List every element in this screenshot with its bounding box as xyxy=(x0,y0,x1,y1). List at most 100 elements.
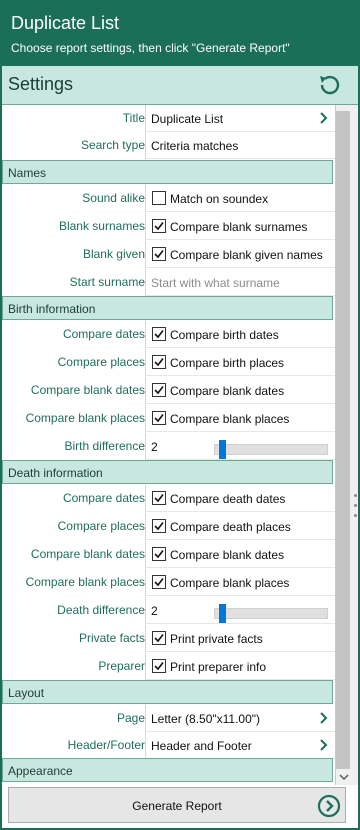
death-blank-places-checkbox[interactable] xyxy=(152,575,166,589)
reset-arrow-icon[interactable] xyxy=(316,72,342,98)
preparer-row: Preparer Print preparer info xyxy=(2,653,335,681)
generate-report-button[interactable]: Generate Report xyxy=(8,787,346,823)
death-blank-places-text: Compare blank places xyxy=(170,576,290,590)
settings-list: Title Duplicate List Search type Criteri… xyxy=(2,105,336,785)
blank-surnames-text: Compare blank surnames xyxy=(170,220,308,234)
blank-surnames-label: Blank surnames xyxy=(58,219,145,233)
chevron-right-icon xyxy=(319,737,329,753)
preparer-field: Print preparer info xyxy=(145,653,335,680)
death-blank-dates-text: Compare blank dates xyxy=(170,548,285,562)
start-surname-placeholder: Start with what surname xyxy=(151,276,280,290)
blank-given-label: Blank given xyxy=(82,247,145,261)
death-compare-places-row: Compare places Compare death places xyxy=(2,513,335,541)
section-names-label: Names xyxy=(8,166,47,180)
report-title: Duplicate List xyxy=(11,13,120,33)
search-type-row: Search type Criteria matches xyxy=(2,132,335,160)
search-type-value: Criteria matches xyxy=(151,139,239,153)
death-compare-places-text: Compare death places xyxy=(170,520,291,534)
birth-blank-places-field: Compare blank places xyxy=(145,405,335,432)
scrollbar-thumb[interactable] xyxy=(336,111,350,769)
go-arrow-circle-icon xyxy=(317,794,341,818)
birth-compare-places-checkbox[interactable] xyxy=(152,355,166,369)
sound-alike-checkbox[interactable] xyxy=(152,191,166,205)
section-layout[interactable]: Layout xyxy=(2,680,333,704)
blank-given-checkbox[interactable] xyxy=(152,247,166,261)
chevron-right-icon xyxy=(319,110,329,126)
title-row: Title Duplicate List xyxy=(2,105,335,133)
resize-grip-icon[interactable] xyxy=(354,494,358,534)
search-type-select[interactable]: Criteria matches xyxy=(145,132,335,159)
section-birth-information[interactable]: Birth information xyxy=(2,296,333,320)
blank-surnames-checkbox[interactable] xyxy=(152,219,166,233)
title-value-field[interactable]: Duplicate List xyxy=(145,105,335,132)
death-blank-dates-row: Compare blank dates Compare blank dates xyxy=(2,541,335,569)
section-names[interactable]: Names xyxy=(2,160,333,184)
page-label: Page xyxy=(116,711,145,725)
birth-blank-dates-field: Compare blank dates xyxy=(145,377,335,404)
private-facts-row: Private facts Print private facts xyxy=(2,625,335,653)
section-appearance-label: Appearance xyxy=(8,764,73,778)
sound-alike-text: Match on soundex xyxy=(170,192,269,206)
private-facts-label: Private facts xyxy=(78,631,145,645)
page-value-field[interactable]: Letter (8.50"x11.00") xyxy=(145,705,335,732)
birth-blank-places-checkbox[interactable] xyxy=(152,411,166,425)
settings-panel: Settings Title Duplicate List Search typ… xyxy=(2,66,358,828)
birth-compare-places-row: Compare places Compare birth places xyxy=(2,349,335,377)
birth-blank-dates-label: Compare blank dates xyxy=(30,383,145,397)
death-compare-dates-field: Compare death dates xyxy=(145,485,335,512)
birth-compare-dates-checkbox[interactable] xyxy=(152,327,166,341)
birth-difference-slider-thumb[interactable] xyxy=(219,440,226,459)
report-header: Duplicate List Choose report settings, t… xyxy=(0,0,360,64)
blank-surnames-row: Blank surnames Compare blank surnames xyxy=(2,213,335,241)
death-blank-dates-field: Compare blank dates xyxy=(145,541,335,568)
birth-difference-label: Birth difference xyxy=(64,439,146,453)
settings-header: Settings xyxy=(2,66,358,105)
header-footer-value-field[interactable]: Header and Footer xyxy=(145,732,335,759)
private-facts-checkbox[interactable] xyxy=(152,631,166,645)
birth-difference-slider-track[interactable] xyxy=(214,444,328,455)
death-blank-places-row: Compare blank places Compare blank place… xyxy=(2,569,335,597)
vertical-scrollbar[interactable] xyxy=(336,105,358,785)
death-blank-places-label: Compare blank places xyxy=(25,575,145,589)
death-difference-slider-track[interactable] xyxy=(214,608,328,619)
start-surname-input[interactable]: Start with what surname xyxy=(145,269,335,296)
scroll-down-arrow-icon[interactable] xyxy=(338,770,350,782)
header-footer-label: Header/Footer xyxy=(67,738,145,752)
death-compare-places-checkbox[interactable] xyxy=(152,519,166,533)
search-type-label: Search type xyxy=(80,138,145,152)
death-compare-dates-checkbox[interactable] xyxy=(152,491,166,505)
birth-blank-places-text: Compare blank places xyxy=(170,412,290,426)
death-compare-places-field: Compare death places xyxy=(145,513,335,540)
birth-compare-dates-text: Compare birth dates xyxy=(170,328,279,342)
preparer-text: Print preparer info xyxy=(170,660,267,674)
birth-compare-places-label: Compare places xyxy=(57,355,145,369)
page-row: Page Letter (8.50"x11.00") xyxy=(2,705,335,733)
title-value: Duplicate List xyxy=(151,112,224,126)
blank-given-field: Compare blank given names xyxy=(145,241,335,268)
section-appearance[interactable]: Appearance xyxy=(2,758,333,782)
birth-compare-places-field: Compare birth places xyxy=(145,349,335,376)
birth-compare-dates-label: Compare dates xyxy=(62,327,145,341)
birth-compare-dates-field: Compare birth dates xyxy=(145,321,335,348)
death-blank-places-field: Compare blank places xyxy=(145,569,335,596)
section-layout-label: Layout xyxy=(8,686,45,700)
title-label: Title xyxy=(122,111,145,125)
death-difference-value: 2 xyxy=(151,604,158,618)
chevron-right-icon xyxy=(319,710,329,726)
preparer-checkbox[interactable] xyxy=(152,659,166,673)
death-difference-field: 2 xyxy=(145,597,335,624)
death-blank-dates-label: Compare blank dates xyxy=(30,547,145,561)
report-window: Duplicate List Choose report settings, t… xyxy=(0,0,360,830)
blank-given-row: Blank given Compare blank given names xyxy=(2,241,335,269)
birth-blank-places-row: Compare blank places Compare blank place… xyxy=(2,405,335,433)
start-surname-label: Start surname xyxy=(69,275,145,289)
death-compare-places-label: Compare places xyxy=(57,519,145,533)
generate-report-label: Generate Report xyxy=(132,799,222,813)
death-compare-dates-label: Compare dates xyxy=(62,491,145,505)
death-difference-row: Death difference 2 xyxy=(2,597,335,625)
birth-blank-dates-checkbox[interactable] xyxy=(152,383,166,397)
section-death-information[interactable]: Death information xyxy=(2,460,333,484)
death-difference-slider-thumb[interactable] xyxy=(219,604,226,623)
section-birth-label: Birth information xyxy=(8,302,96,316)
death-blank-dates-checkbox[interactable] xyxy=(152,547,166,561)
